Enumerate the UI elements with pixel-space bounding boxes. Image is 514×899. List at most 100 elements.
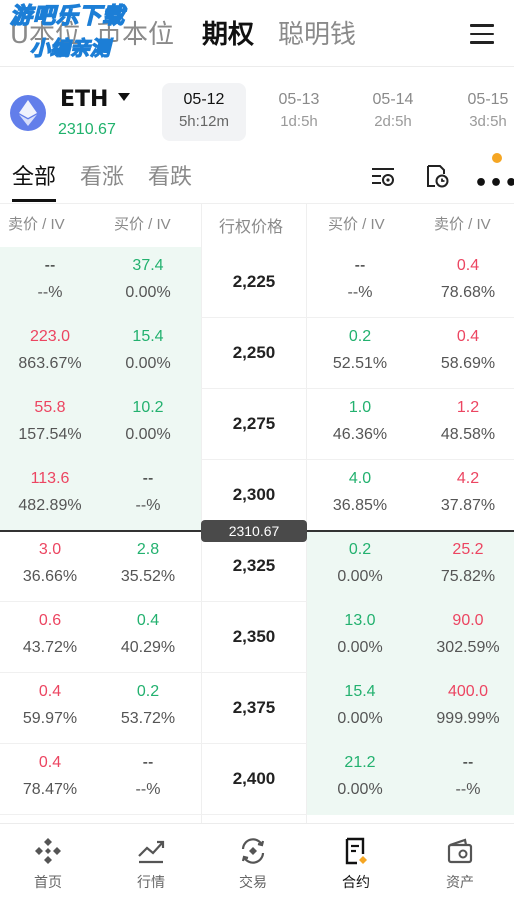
more-options-icon[interactable]: ••• [474,171,514,196]
spot-price-badge: 2310.67 [201,520,307,542]
put-ask-cell[interactable]: 25.2 75.82% [418,531,514,586]
put-ask-cell[interactable]: 0.4 58.69% [418,318,514,373]
call-bid-cell[interactable]: 37.4 0.00% [98,247,198,302]
hamburger-menu-icon[interactable] [470,24,494,44]
expiry-remaining: 2d:5h [374,113,412,130]
top-nav: U本位 币本位 期权 聪明钱 游吧乐下载 小编亲测 [0,0,514,66]
put-bid-cell[interactable]: 15.4 0.00% [310,673,410,728]
put-bid-cell[interactable]: -- --% [310,247,410,302]
nav-assets[interactable]: 资产 [420,836,500,892]
asset-price: 2310.67 [58,121,116,138]
strike-price: 2,225 [232,272,276,291]
nav-label: 行情 [137,875,165,891]
call-bid-cell[interactable]: -- --% [98,460,198,515]
strike-price: 2,250 [232,343,276,362]
expiry-date: 05-14 [372,91,414,108]
call-ask-cell[interactable]: 113.6 482.89% [0,460,100,515]
call-bid-cell[interactable]: 0.2 53.72% [98,673,198,728]
put-ask-cell[interactable]: 400.0 999.99% [418,673,514,728]
order-history-icon[interactable] [424,163,450,189]
expiry-tab-2[interactable]: 05-13 1d:5h [257,83,341,141]
expiry-date: 05-12 [183,91,225,108]
header-put-bid: 买价 / IV [328,216,385,233]
put-ask-cell[interactable]: 90.0 302.59% [418,602,514,657]
tab-smart-money[interactable]: 聪明钱 [278,14,356,51]
put-ask-cell[interactable]: 0.4 78.68% [418,247,514,302]
put-bid-cell[interactable]: 4.0 36.85% [310,460,410,515]
call-ask-cell[interactable]: -- --% [0,247,100,302]
market-chart-icon [138,840,165,864]
watermark-line1: 游吧乐下载 [9,3,126,29]
contract-doc-icon [345,837,367,865]
call-ask-cell[interactable]: 0.6 43.72% [0,602,100,657]
expiry-remaining: 5h:12m [178,113,230,130]
call-ask-cell[interactable]: 223.0 863.67% [0,318,100,373]
expiry-remaining: 1d:5h [280,113,318,130]
filter-active-underline [12,199,56,202]
strike-price: 2,275 [232,414,276,433]
strike-price: 2,325 [232,556,276,575]
watermark-line2: 小编亲测 [29,35,110,60]
call-bid-cell[interactable]: 2.8 35.52% [98,531,198,586]
filter-bar: 全部 看涨 看跌 ••• [0,151,514,203]
call-bid-cell[interactable]: -- --% [98,744,198,799]
table-row[interactable]: 0.6 43.72% 0.4 40.29% 2,350 13.0 0.00% 90.0… [0,602,514,673]
nav-label: 交易 [239,875,267,891]
filter-all[interactable]: 全部 [12,159,56,191]
table-row[interactable]: 55.8 157.54% 10.2 0.00% 2,275 1.0 46.36% 1.… [0,389,514,460]
table-row[interactable]: 0.4 78.47% -- --% 2,400 21.2 0.00% -- --% [0,744,514,815]
expiry-tab-4[interactable]: 05-15 3d:5h [446,83,514,141]
put-ask-cell[interactable]: 1.2 48.58% [418,389,514,444]
put-bid-cell[interactable]: 21.2 0.00% [310,744,410,799]
asset-header: ETH 2310.67 05-12 5h:12m 05-13 1d:5h 05-… [0,67,514,151]
put-ask-cell[interactable]: -- --% [418,744,514,799]
expiry-date: 05-15 [467,91,509,108]
strike-price: 2,300 [232,485,276,504]
put-bid-cell[interactable]: 0.2 52.51% [310,318,410,373]
put-ask-cell[interactable]: 4.2 37.87% [418,460,514,515]
strike-price: 2,375 [232,698,276,717]
strike-price: 2,400 [232,769,276,788]
table-row[interactable]: -- --% 37.4 0.00% 2,225 -- --% 0.4 78.68% [0,247,514,318]
home-diamond-icon [35,838,61,864]
header-call-bid: 买价 / IV [114,216,171,233]
nav-label: 合约 [342,875,370,891]
position-settings-icon[interactable] [370,163,396,189]
nav-home[interactable]: 首页 [8,836,88,892]
call-ask-cell[interactable]: 0.4 78.47% [0,744,100,799]
call-ask-cell[interactable]: 3.0 36.66% [0,531,100,586]
expiry-tab-1[interactable]: 05-12 5h:12m [162,83,246,141]
bottom-nav: 首页 行情 交易 合约 资产 [0,823,514,899]
expiry-remaining: 3d:5h [469,113,507,130]
filter-puts[interactable]: 看跌 [148,159,192,191]
nav-contract[interactable]: 合约 [316,836,396,892]
expiry-tab-3[interactable]: 05-14 2d:5h [351,83,435,141]
expiry-date: 05-13 [278,91,320,108]
call-bid-cell[interactable]: 0.4 40.29% [98,602,198,657]
nav-market[interactable]: 行情 [111,836,191,892]
call-bid-cell[interactable]: 10.2 0.00% [98,389,198,444]
put-bid-cell[interactable]: 13.0 0.00% [310,602,410,657]
column-headers: 卖价 / IV 买价 / IV 行权价格 买价 / IV 卖价 / IV [0,203,514,239]
wallet-icon [447,838,473,864]
put-bid-cell[interactable]: 0.2 0.00% [310,531,410,586]
header-put-ask: 卖价 / IV [434,216,491,233]
call-bid-cell[interactable]: 15.4 0.00% [98,318,198,373]
table-row[interactable]: 223.0 863.67% 15.4 0.00% 2,250 0.2 52.51% 0… [0,318,514,389]
call-ask-cell[interactable]: 0.4 59.97% [0,673,100,728]
filter-calls[interactable]: 看涨 [80,159,124,191]
notification-dot [492,153,502,163]
put-bid-cell[interactable]: 1.0 46.36% [310,389,410,444]
nav-label: 首页 [34,875,62,891]
call-ask-cell[interactable]: 55.8 157.54% [0,389,100,444]
chevron-down-icon[interactable] [118,93,130,101]
nav-trade[interactable]: 交易 [213,836,293,892]
header-call-ask: 卖价 / IV [8,216,65,233]
table-row[interactable]: 0.4 59.97% 0.2 53.72% 2,375 15.4 0.00% 400.… [0,673,514,744]
strike-price: 2,350 [232,627,276,646]
asset-symbol[interactable]: ETH [60,87,108,112]
header-strike: 行权价格 [219,219,284,236]
tab-options[interactable]: 期权 [202,14,254,51]
nav-label: 资产 [446,875,474,891]
trade-exchange-icon [241,838,265,864]
